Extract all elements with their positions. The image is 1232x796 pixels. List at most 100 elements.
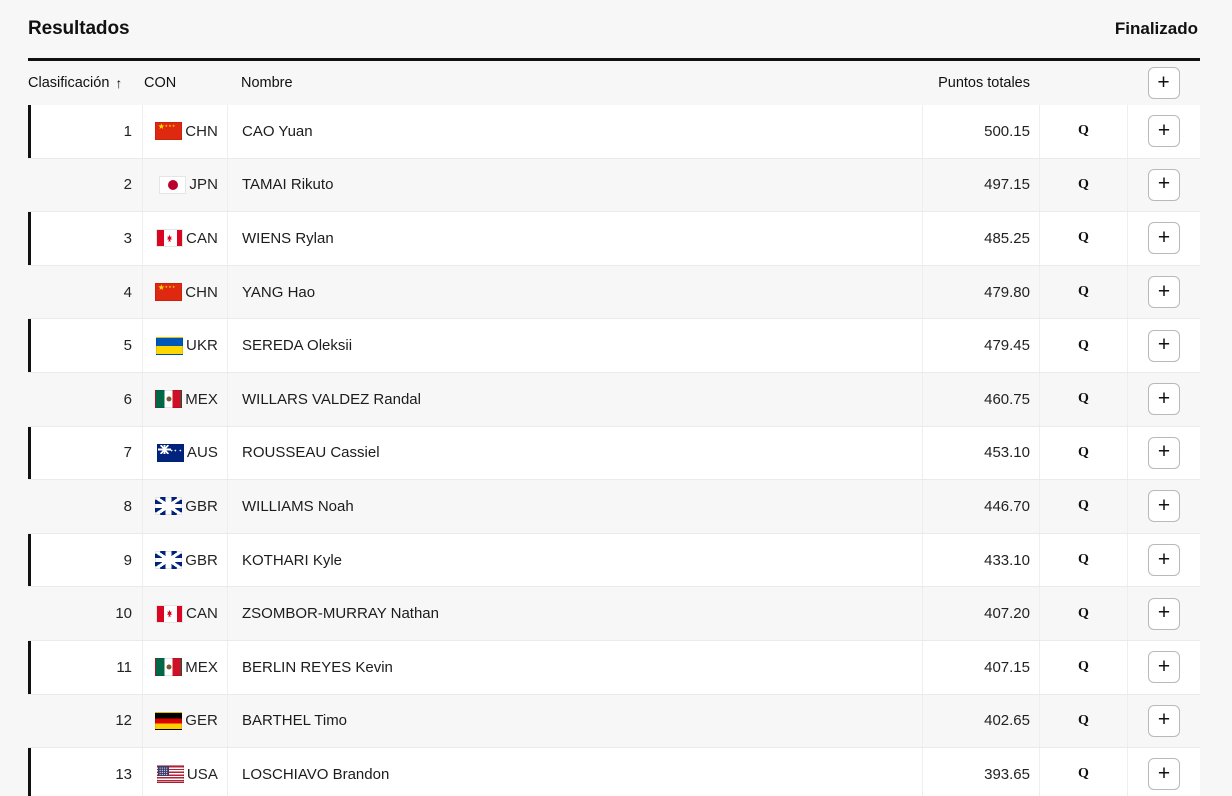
athlete-name: ROUSSEAU Cassiel — [242, 444, 380, 462]
column-header-qualify — [1039, 61, 1127, 105]
flag-icon-aus — [156, 443, 184, 462]
cell-rank: 12 — [28, 695, 142, 748]
cell-points: 479.80 — [922, 265, 1039, 319]
column-header-con[interactable]: CON — [142, 61, 227, 105]
athlete-name: BARTHEL Timo — [242, 712, 348, 730]
cell-con: MEX — [142, 640, 227, 694]
athlete-name: CAO Yuan — [242, 122, 313, 140]
cell-con: USA — [142, 748, 227, 796]
cell-con: GBR — [142, 480, 227, 533]
plus-icon: + — [1157, 70, 1170, 94]
qualified-marker-icon: Q — [1078, 391, 1089, 407]
athlete-name: WILLIAMS Noah — [242, 497, 354, 515]
add-row-button[interactable]: + — [1148, 168, 1180, 201]
cell-name: KOTHARI Kyle — [227, 533, 922, 587]
add-row-button[interactable]: + — [1148, 383, 1180, 416]
total-points: 433.10 — [984, 551, 1030, 569]
cell-con: CAN — [142, 587, 227, 640]
cell-add: + — [1127, 694, 1200, 748]
plus-icon: + — [1157, 547, 1171, 571]
add-row-button[interactable]: + — [1148, 436, 1180, 469]
rank-value: 4 — [123, 283, 132, 301]
con-code: GBR — [185, 551, 218, 569]
qualified-marker-icon: Q — [1078, 176, 1089, 192]
qualified-marker-icon: Q — [1078, 552, 1089, 568]
add-row-button[interactable]: + — [1148, 329, 1180, 362]
add-row-button[interactable]: + — [1148, 276, 1180, 309]
cell-rank: 3 — [28, 212, 142, 265]
add-row-button[interactable]: + — [1148, 597, 1180, 630]
cell-name: TAMAI Rikuto — [227, 158, 922, 212]
cell-qualify: Q — [1039, 158, 1127, 212]
add-row-button[interactable]: + — [1148, 704, 1180, 737]
sort-ascending-icon[interactable]: ↑ — [115, 76, 122, 90]
add-all-button[interactable]: + — [1147, 67, 1180, 99]
plus-icon: + — [1157, 118, 1171, 142]
table-row[interactable]: 10 CAN ZSOMBOR-MURRAY Nathan 407.20 Q + — [28, 587, 1200, 641]
cell-add: + — [1127, 480, 1200, 533]
plus-icon: + — [1157, 225, 1171, 249]
cell-name: ZSOMBOR-MURRAY Nathan — [227, 587, 922, 640]
rank-value: 8 — [123, 497, 132, 515]
cell-rank: 11 — [28, 641, 142, 694]
table-row[interactable]: 13 USA LOSCHIAVO Brandon 393.65 Q + — [28, 748, 1200, 796]
con-code: GER — [185, 712, 218, 730]
cell-rank: 10 — [28, 587, 142, 640]
table-row[interactable]: 2 JPN TAMAI Rikuto 497.15 Q + — [28, 158, 1200, 213]
cell-qualify: Q — [1039, 105, 1127, 158]
rank-value: 11 — [116, 658, 132, 676]
add-row-button[interactable]: + — [1148, 490, 1180, 523]
qualified-marker-icon: Q — [1078, 712, 1089, 728]
table-row[interactable]: 7 AUS ROUSSEAU Cassiel 453.10 Q + — [28, 426, 1200, 481]
table-row[interactable]: 4 CHN YANG Hao 479.80 Q + — [28, 265, 1200, 320]
flag-icon-ger — [155, 711, 183, 730]
rank-value: 2 — [123, 176, 132, 194]
cell-rank: 6 — [28, 373, 142, 426]
table-row[interactable]: 8 GBR WILLIAMS Noah 446.70 Q + — [28, 480, 1200, 534]
cell-points: 497.15 — [922, 158, 1039, 212]
total-points: 393.65 — [984, 765, 1030, 783]
table-row[interactable]: 11 MEX BERLIN REYES Kevin 407.15 Q + — [28, 640, 1200, 695]
column-header-rank[interactable]: Clasificación ↑ — [28, 61, 142, 105]
qualified-marker-icon: Q — [1078, 337, 1089, 353]
rank-value: 1 — [123, 122, 132, 140]
column-header-points[interactable]: Puntos totales — [922, 61, 1039, 105]
cell-rank: 9 — [28, 534, 142, 587]
athlete-name: KOTHARI Kyle — [242, 551, 343, 569]
page-title: Resultados — [28, 18, 130, 39]
add-row-button[interactable]: + — [1148, 544, 1180, 577]
table-row[interactable]: 1 CHN CAO Yuan 500.15 Q + — [28, 105, 1200, 159]
cell-qualify: Q — [1039, 480, 1127, 533]
cell-qualify: Q — [1039, 212, 1127, 265]
table-row[interactable]: 6 MEX WILLARS VALDEZ Randal 460.75 Q + — [28, 372, 1200, 427]
cell-add: + — [1127, 212, 1200, 265]
add-row-button[interactable]: + — [1148, 222, 1180, 255]
con-code: MEX — [185, 390, 218, 408]
qualified-marker-icon: Q — [1078, 123, 1089, 139]
cell-rank: 5 — [28, 319, 142, 372]
plus-icon: + — [1157, 654, 1171, 678]
table-row[interactable]: 5 UKR SEREDA Oleksii 479.45 Q + — [28, 319, 1200, 373]
column-header-name[interactable]: Nombre — [227, 61, 922, 105]
cell-add: + — [1127, 748, 1200, 796]
cell-add: + — [1127, 426, 1200, 480]
con-code: USA — [186, 765, 218, 783]
flag-icon-can — [156, 229, 184, 248]
table-row[interactable]: 12 GER BARTHEL Timo 402.65 Q + — [28, 694, 1200, 749]
total-points: 479.45 — [984, 337, 1030, 355]
add-row-button[interactable]: + — [1148, 758, 1180, 791]
table-row[interactable]: 3 CAN WIENS Rylan 485.25 Q + — [28, 212, 1200, 266]
con-code: AUS — [186, 444, 218, 462]
add-row-button[interactable]: + — [1148, 115, 1180, 148]
cell-qualify: Q — [1039, 319, 1127, 372]
athlete-name: SEREDA Oleksii — [242, 337, 353, 355]
add-row-button[interactable]: + — [1148, 651, 1180, 684]
table-row[interactable]: 9 GBR KOTHARI Kyle 433.10 Q + — [28, 533, 1200, 588]
status-badge: Finalizado — [1114, 19, 1198, 38]
cell-add: + — [1127, 105, 1200, 158]
plus-icon: + — [1157, 440, 1171, 464]
cell-con: AUS — [142, 426, 227, 480]
plus-icon: + — [1157, 601, 1171, 625]
plus-icon: + — [1157, 493, 1171, 517]
cell-qualify: Q — [1039, 694, 1127, 748]
